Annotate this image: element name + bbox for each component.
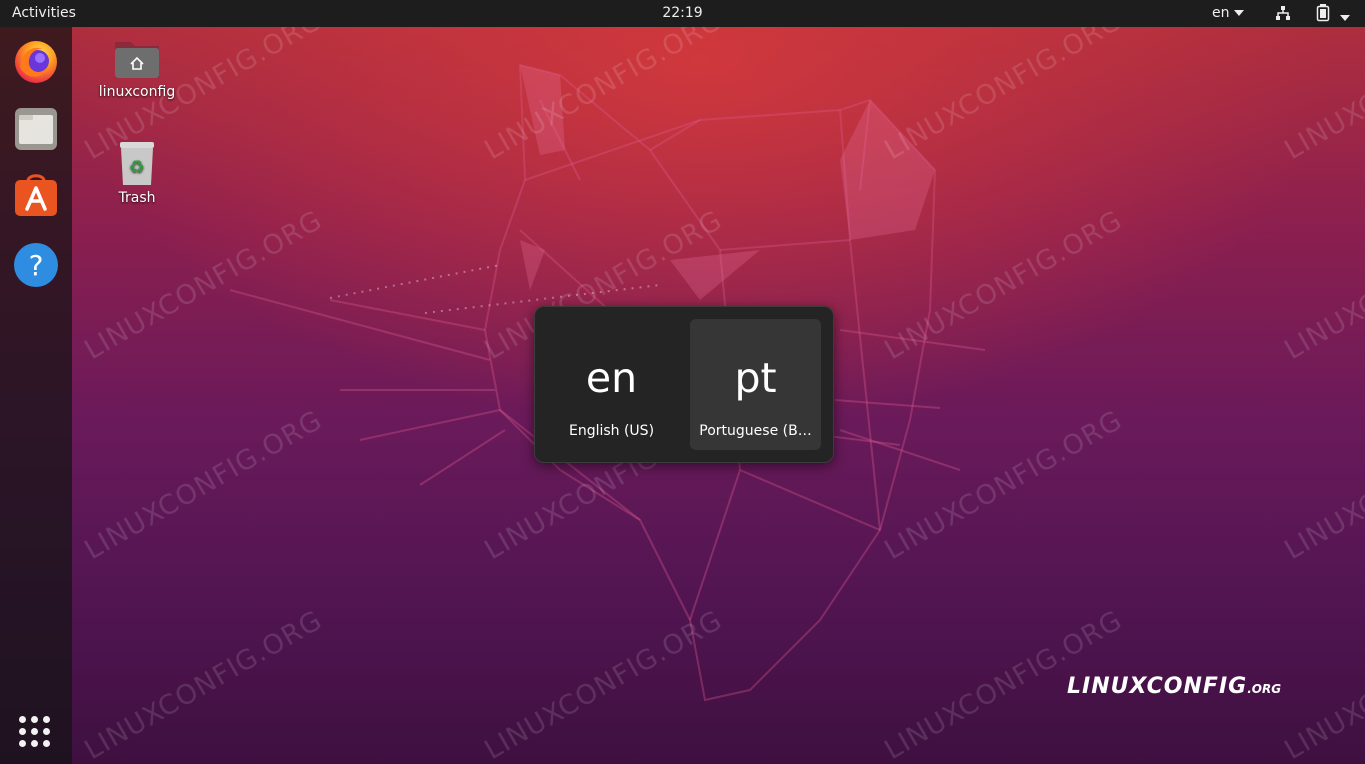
dock-files[interactable] (12, 105, 60, 153)
logo-main-text: LINUXCONFIG (1067, 674, 1248, 699)
desktop-icon-home[interactable]: linuxconfig (92, 34, 182, 100)
input-source-switcher-popup: en English (US) pt Portuguese (B… (534, 306, 834, 463)
files-icon (15, 108, 57, 150)
input-source-code: en (585, 354, 638, 402)
svg-text:♻: ♻ (129, 157, 145, 178)
dock-firefox[interactable] (12, 37, 60, 85)
logo-suffix-text: .ORG (1247, 682, 1282, 696)
software-center-icon (15, 174, 57, 216)
input-source-indicator[interactable]: en (1212, 5, 1244, 21)
input-source-option-pt[interactable]: pt Portuguese (B… (690, 319, 821, 450)
trash-icon: ♻ (113, 140, 161, 188)
firefox-icon (15, 41, 57, 83)
help-icon: ? (14, 243, 58, 287)
dock-ubuntu-software[interactable] (12, 173, 60, 221)
input-source-name: English (US) (568, 423, 655, 439)
dock: ? (0, 27, 72, 764)
dock-help[interactable]: ? (12, 241, 60, 289)
clock-button[interactable]: 22:19 (0, 5, 1365, 21)
clock-text: 22:19 (662, 5, 703, 21)
input-source-label: en (1212, 5, 1230, 21)
input-source-option-en[interactable]: en English (US) (546, 319, 677, 450)
chevron-down-icon (1340, 15, 1350, 21)
input-source-name: Portuguese (B… (699, 423, 812, 439)
network-wired-icon[interactable] (1275, 5, 1291, 25)
battery-icon[interactable] (1316, 4, 1330, 26)
system-menu-button[interactable] (1340, 10, 1350, 26)
input-source-code: pt (734, 354, 777, 402)
desktop-icon-label: linuxconfig (98, 84, 176, 100)
app-grid-icon (19, 716, 53, 747)
show-applications-button[interactable] (19, 716, 53, 750)
desktop-icon-trash[interactable]: ♻ Trash (92, 140, 182, 206)
svg-text:?: ? (29, 249, 44, 282)
linuxconfig-logo: LINUXCONFIG.ORG (1067, 674, 1281, 699)
chevron-down-icon (1233, 10, 1244, 16)
desktop-icon-label: Trash (118, 190, 156, 206)
top-bar: Activities 22:19 en (0, 0, 1365, 27)
home-folder-icon (113, 34, 161, 82)
